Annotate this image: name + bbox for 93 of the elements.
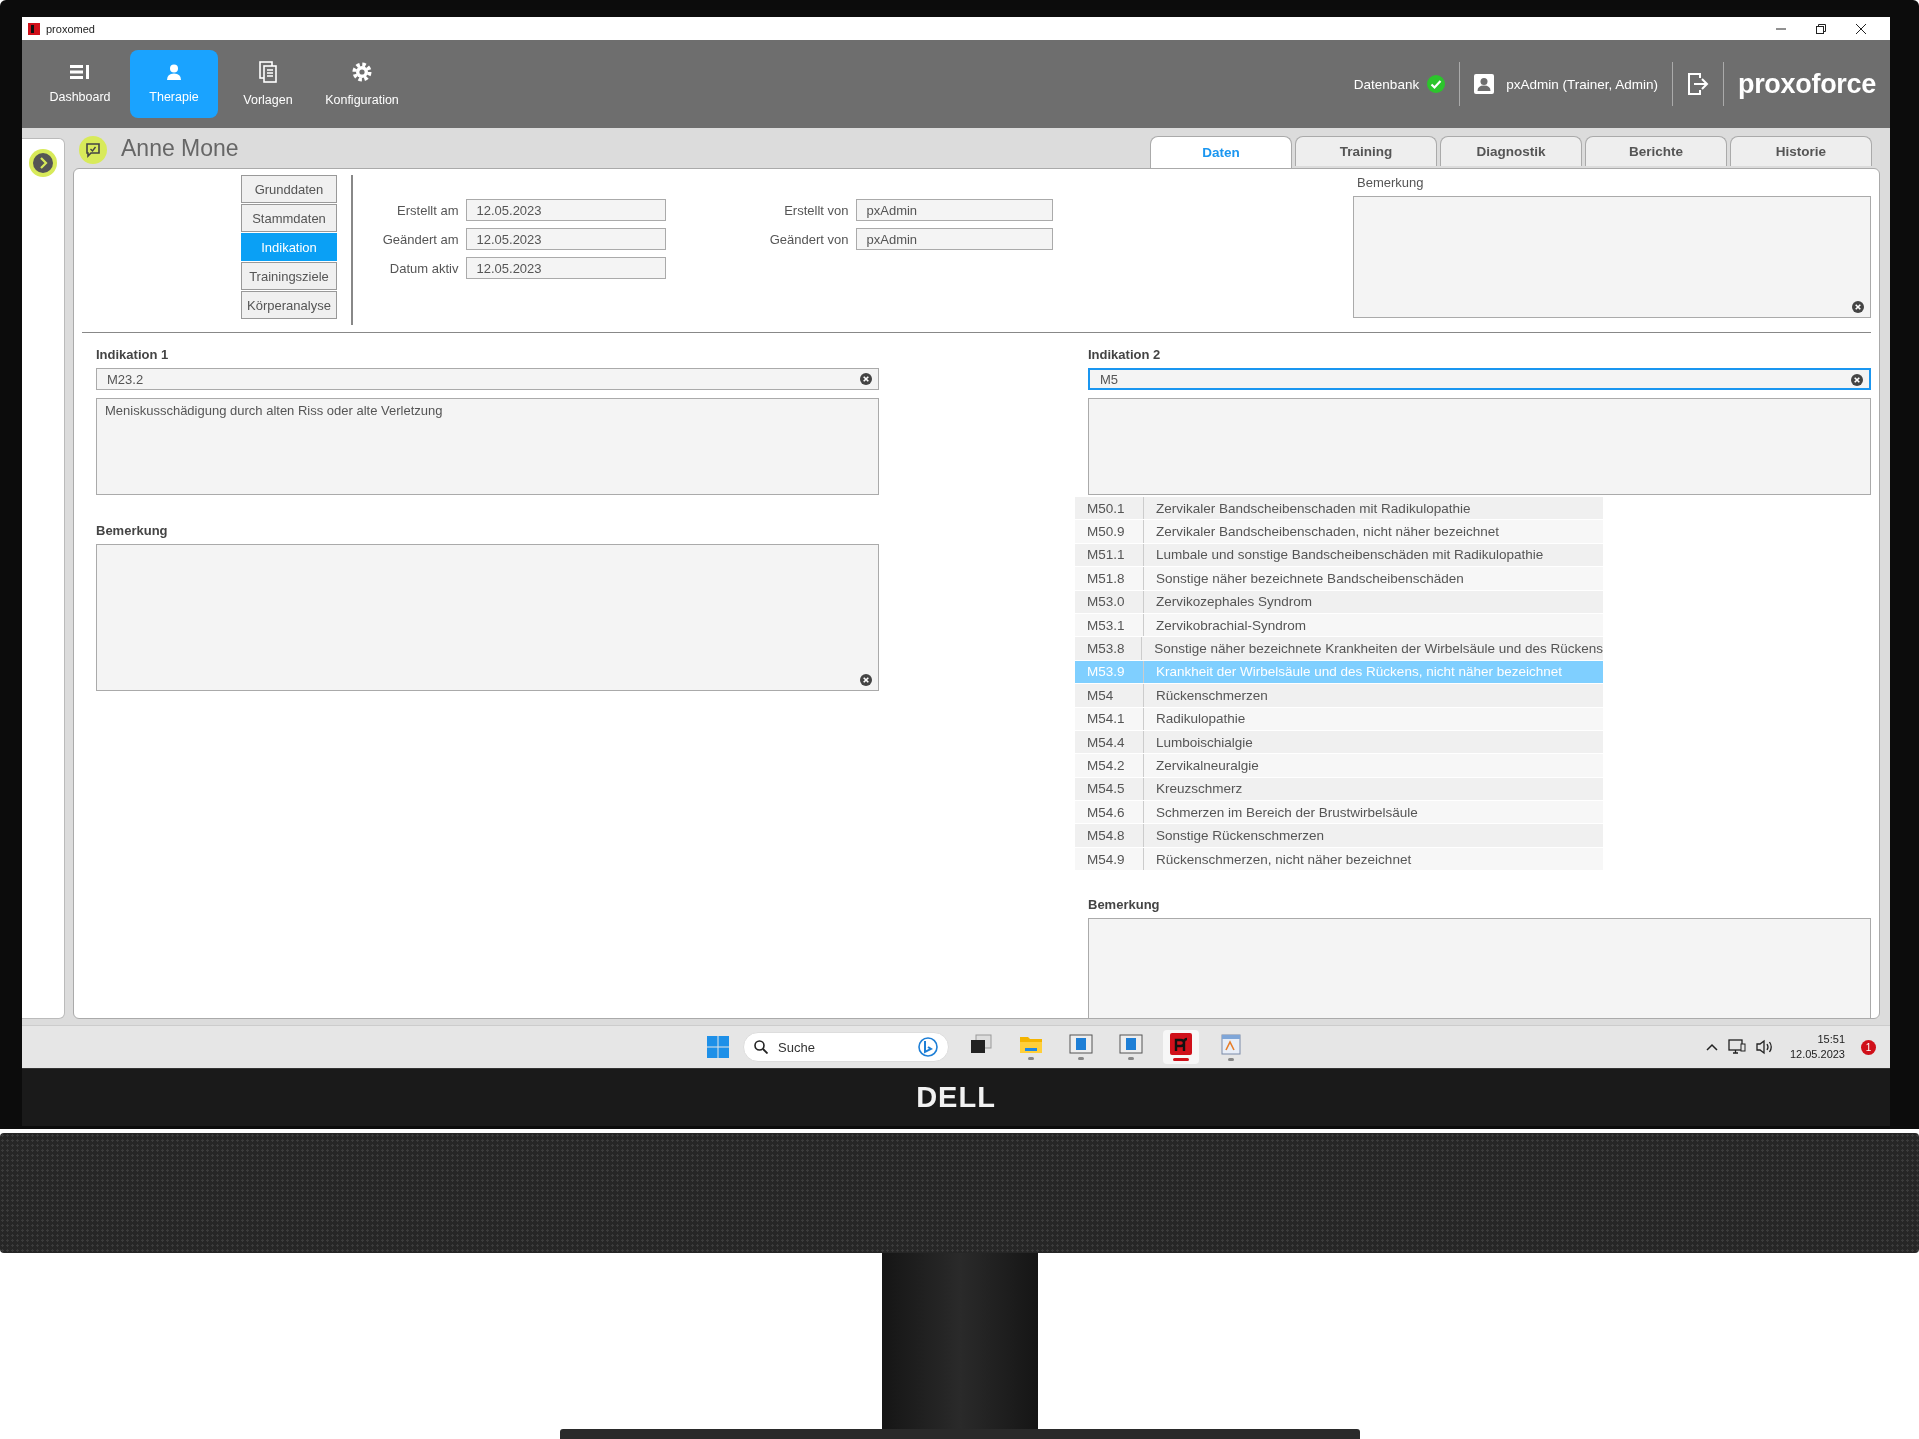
patient-name: Anne Mone <box>121 135 240 162</box>
tab[interactable]: Historie <box>1730 136 1872 166</box>
suggestion-item[interactable]: M54.8 Sonstige Rückenschmerzen <box>1075 824 1603 848</box>
bing-icon[interactable] <box>918 1037 938 1057</box>
section-button[interactable]: Trainingsziele <box>241 262 337 290</box>
remark-field[interactable] <box>96 544 879 691</box>
running-indicator <box>1028 1057 1034 1060</box>
suggestion-item[interactable]: M51.8 Sonstige näher bezeichnete Bandscheibenschäden <box>1075 567 1603 591</box>
suggestion-item[interactable]: M51.1 Lumbale und sonstige Bandscheibenschäden mit Radikulopathie <box>1075 543 1603 568</box>
suggestion-item[interactable]: M54.2 Zervikalneuralgie <box>1075 754 1603 778</box>
field-label: Indikation 2 <box>1088 347 1162 362</box>
brand-logo: DELL <box>916 1081 996 1114</box>
suggestion-item[interactable]: M53.0 Zervikozephales Syndrom <box>1075 590 1603 614</box>
field-label: Bemerkung <box>96 523 169 538</box>
running-indicator <box>1078 1057 1084 1060</box>
user-icon <box>1474 74 1495 94</box>
running-indicator <box>1173 1058 1189 1061</box>
field-label: Datum aktiv <box>388 260 459 276</box>
tab[interactable]: Berichte <box>1585 136 1727 166</box>
chevron-up-icon[interactable] <box>1705 1043 1718 1051</box>
clock-time[interactable]: 15:51 <box>1817 1032 1845 1047</box>
restore-icon[interactable] <box>1816 23 1826 34</box>
suggestion-item[interactable]: M54.1 Radikulopathie <box>1075 707 1603 731</box>
field-label: Erstellt am <box>396 202 459 218</box>
windows-start-icon[interactable] <box>707 1036 729 1058</box>
editor-icon[interactable] <box>1220 1033 1242 1055</box>
documents-icon <box>259 61 277 83</box>
suggestion-item[interactable]: M50.1 Zervikaler Bandscheibenschaden mit Radikulopathie <box>1075 497 1603 521</box>
database-label: Datenbank <box>1353 76 1420 92</box>
section-button[interactable]: Körperanalyse <box>241 291 337 319</box>
running-indicator <box>1228 1058 1234 1061</box>
clear-icon[interactable] <box>860 674 872 686</box>
suggestion-item[interactable]: M54 Rückenschmerzen <box>1075 684 1603 708</box>
description-field[interactable]: Meniskusschädigung durch alten Riss oder alte Verletzung <box>96 398 879 495</box>
remark-field[interactable] <box>1353 196 1871 318</box>
user-field[interactable]: pxAdmin <box>855 199 1053 221</box>
date-field[interactable]: 12.05.2023 <box>465 257 666 279</box>
gear-icon <box>351 61 373 83</box>
speaker-icon[interactable] <box>1755 1039 1774 1055</box>
suggestion-item[interactable]: M54.4 Lumboischialgie <box>1075 730 1603 755</box>
tab[interactable]: Training <box>1295 136 1437 166</box>
window-icon[interactable] <box>1119 1034 1143 1054</box>
taskbar-button[interactable] <box>1163 1030 1199 1064</box>
logout-icon[interactable] <box>1686 72 1709 96</box>
suggestion-item[interactable]: M54.9 Rückenschmerzen, nicht näher bezeichnet <box>1075 847 1603 872</box>
clear-icon[interactable] <box>1852 301 1864 313</box>
window-icon[interactable] <box>1069 1034 1093 1054</box>
dashboard-icon <box>70 64 90 80</box>
remark-field[interactable] <box>1088 918 1871 1018</box>
close-icon[interactable] <box>1856 23 1866 34</box>
suggestion-item[interactable]: M53.1 Zervikobrachial-Syndrom <box>1075 613 1603 638</box>
notification-badge[interactable]: 1 <box>1861 1039 1876 1055</box>
section-button[interactable]: Grunddaten <box>241 175 337 203</box>
clear-icon[interactable] <box>1851 374 1863 386</box>
folder-icon[interactable] <box>1019 1034 1043 1054</box>
date-field[interactable]: 12.05.2023 <box>465 199 666 221</box>
search-icon <box>754 1040 768 1054</box>
search-field[interactable]: Suche <box>776 1038 910 1056</box>
search-box[interactable]: Suche <box>743 1032 949 1062</box>
suggestion-item[interactable]: M54.6 Schmerzen im Bereich der Brustwirbelsäule <box>1075 801 1603 825</box>
code-field[interactable]: M23.2 <box>96 368 879 390</box>
person-icon <box>166 64 182 80</box>
window-title: proxomed <box>46 22 96 35</box>
suggestion-item[interactable]: M54.5 Kreuzschmerz <box>1075 777 1603 802</box>
nav-button[interactable]: Konfiguration <box>318 50 406 118</box>
section-button[interactable]: Stammdaten <box>241 204 337 232</box>
user-name: pxAdmin (Trainer, Admin) <box>1506 76 1658 92</box>
expand-icon[interactable] <box>29 149 57 177</box>
field-label: Indikation 1 <box>96 347 170 362</box>
field-label: Bemerkung <box>1088 897 1161 913</box>
comment-icon[interactable] <box>79 136 107 164</box>
field-label: Geändert am <box>381 231 459 247</box>
clock-date[interactable]: 12.05.2023 <box>1789 1047 1845 1062</box>
tab[interactable]: Diagnostik <box>1440 136 1582 166</box>
clear-icon[interactable] <box>860 373 872 385</box>
taskview-icon[interactable] <box>970 1034 992 1054</box>
user-field[interactable]: pxAdmin <box>855 228 1053 250</box>
description-field[interactable] <box>1088 398 1871 495</box>
field-label: Bemerkung <box>1357 175 1425 190</box>
field-label: Erstellt von <box>783 202 849 218</box>
app-icon <box>28 22 40 35</box>
app-icon[interactable] <box>1170 1033 1192 1055</box>
description-text: Meniskusschädigung durch alten Riss oder alte Verletzung <box>105 403 443 418</box>
brand-logo: proxoforce <box>1737 68 1876 100</box>
field-label: Geändert von <box>768 231 849 247</box>
suggestion-item[interactable]: M53.8 Sonstige näher bezeichnete Krankheiten der Wirbelsäule und des Rückens <box>1075 637 1603 661</box>
date-field[interactable]: 12.05.2023 <box>465 228 666 250</box>
code-field[interactable]: M5 <box>1088 368 1871 390</box>
running-indicator <box>1128 1057 1134 1060</box>
nav-button[interactable]: Vorlagen <box>224 50 312 118</box>
nav-button[interactable]: Dashboard <box>36 50 124 118</box>
suggestion-item[interactable]: M50.9 Zervikaler Bandscheibenschaden, nicht näher bezeichnet <box>1075 520 1603 544</box>
network-icon[interactable] <box>1727 1039 1746 1055</box>
